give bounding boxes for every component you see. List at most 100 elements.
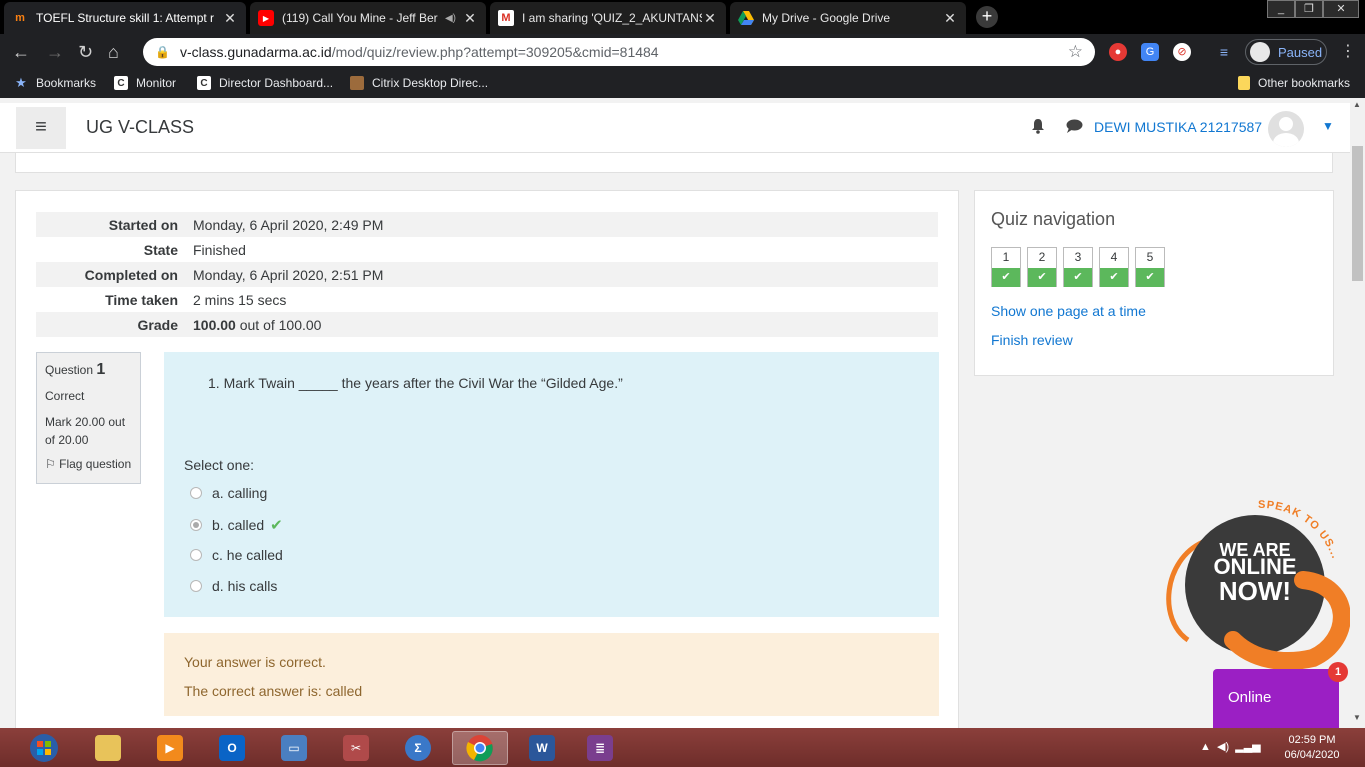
citrix-icon: C	[197, 76, 211, 90]
close-icon[interactable]: ✕	[462, 10, 478, 27]
radio-button[interactable]	[190, 580, 202, 592]
flag-question-link[interactable]: ⚐ Flag question	[45, 457, 132, 471]
system-tray[interactable]: ▲ ◀) ▂▃▅	[1200, 740, 1261, 753]
site-brand[interactable]: UG V-CLASS	[86, 117, 194, 138]
summary-value: 2 mins 15 secs	[193, 291, 287, 308]
speaker-icon[interactable]: ◀︎)	[445, 13, 456, 24]
media-player-icon: ▶	[157, 735, 183, 761]
bookmark-label: Citrix Desktop Direc...	[372, 76, 489, 90]
show-one-page-link[interactable]: Show one page at a time	[991, 303, 1146, 319]
lock-icon: 🔒	[155, 45, 170, 59]
taskbar-winrar[interactable]: ≣	[572, 731, 628, 765]
tab-gmail[interactable]: M I am sharing 'QUIZ_2_AKUNTANS ✕	[490, 2, 726, 34]
reload-icon[interactable]: ↻	[78, 42, 93, 62]
grade-value: 100.00	[193, 316, 236, 333]
tab-toefl[interactable]: m TOEFL Structure skill 1: Attempt r ✕	[4, 2, 246, 34]
answer-option-d[interactable]: d. his calls	[190, 578, 277, 594]
answer-option-b[interactable]: b. called ✔	[190, 516, 283, 534]
show-hidden-icons-icon[interactable]: ▲	[1200, 741, 1211, 753]
url-path: /mod/quiz/review.php?attempt=309205&cmid…	[331, 44, 659, 60]
check-icon: ✔	[992, 268, 1020, 287]
question-nav-button-3[interactable]: 3 ✔	[1063, 247, 1093, 287]
taskbar-media-player[interactable]: ▶	[142, 731, 198, 765]
close-icon[interactable]: ✕	[222, 10, 238, 27]
site-navbar: ≡ UG V-CLASS DEWI MUSTIKA 21217587 ▼	[0, 103, 1350, 153]
close-window-button[interactable]: ✕	[1323, 0, 1359, 18]
question-nav-button-2[interactable]: 2 ✔	[1027, 247, 1057, 287]
adblock-icon[interactable]: ●	[1109, 43, 1127, 61]
taskbar-snipping[interactable]: ✂	[328, 731, 384, 765]
profile-button[interactable]: Paused	[1245, 39, 1327, 65]
minimize-button[interactable]: _	[1267, 0, 1295, 18]
taskbar-outlook[interactable]: O	[204, 731, 260, 765]
address-bar[interactable]: 🔒 v-class.gunadarma.ac.id/mod/quiz/revie…	[143, 38, 1095, 66]
taskbar-explorer[interactable]	[80, 731, 136, 765]
bookmark-bookmarks[interactable]: ★ Bookmarks	[14, 75, 96, 90]
outlook-icon: O	[219, 735, 245, 761]
tab-google-drive[interactable]: My Drive - Google Drive ✕	[730, 2, 966, 34]
chat-widget-badge[interactable]: SPEAK TO US... WE ARE ONLINE NOW!	[1163, 490, 1353, 670]
bookmark-star-icon[interactable]: ☆	[1068, 42, 1083, 62]
start-button[interactable]	[16, 731, 72, 765]
avatar[interactable]	[1268, 111, 1304, 147]
answer-option-c[interactable]: c. he called	[190, 547, 283, 563]
volume-icon[interactable]: ◀)	[1217, 741, 1229, 753]
answer-option-a[interactable]: a. calling	[190, 485, 267, 501]
question-number: Question 1	[45, 361, 106, 378]
question-nav-button-4[interactable]: 4 ✔	[1099, 247, 1129, 287]
taskbar-word[interactable]: W	[514, 731, 570, 765]
hamburger-menu-button[interactable]: ≡	[16, 107, 66, 149]
windows-taskbar: ▶ O ▭ ✂ Σ W ≣ ▲ ◀) ▂▃▅ 02:59 PM 06/04/20…	[0, 728, 1365, 767]
quiz-navigation-title: Quiz navigation	[991, 209, 1116, 229]
user-name[interactable]: DEWI MUSTIKA 21217587	[1094, 119, 1262, 135]
google-translate-icon[interactable]: G	[1141, 43, 1159, 61]
chat-icon[interactable]	[1066, 119, 1083, 137]
bookmark-other[interactable]: Other bookmarks	[1238, 76, 1350, 90]
radio-button[interactable]	[190, 487, 202, 499]
chevron-down-icon[interactable]: ▼	[1322, 119, 1334, 133]
close-icon[interactable]: ✕	[702, 10, 718, 27]
online-chat-button[interactable]: Online	[1213, 669, 1339, 729]
forward-icon[interactable]: →	[46, 42, 64, 62]
youtube-icon: ▶	[258, 10, 274, 26]
media-control-icon[interactable]: ≡	[1215, 43, 1233, 61]
menu-icon[interactable]: ⋮	[1340, 42, 1356, 62]
radio-button[interactable]	[190, 519, 202, 531]
bookmark-citrix-desktop[interactable]: Citrix Desktop Direc...	[350, 76, 488, 90]
table-row: Time taken 2 mins 15 secs	[36, 287, 938, 312]
back-icon[interactable]: ←	[12, 42, 30, 62]
taskbar-remote-desktop[interactable]: ▭	[266, 731, 322, 765]
scroll-up-icon[interactable]: ▲	[1353, 100, 1361, 109]
scroll-down-icon[interactable]: ▼	[1353, 713, 1361, 722]
finish-review-link[interactable]: Finish review	[991, 332, 1073, 348]
table-row: Completed on Monday, 6 April 2020, 2:51 …	[36, 262, 938, 287]
now-text: NOW!	[1219, 576, 1291, 606]
question-nav-button-5[interactable]: 5 ✔	[1135, 247, 1165, 287]
tab-youtube[interactable]: ▶ (119) Call You Mine - Jeff Ber ◀︎) ✕	[250, 2, 486, 34]
word-icon: W	[529, 735, 555, 761]
radio-button[interactable]	[190, 549, 202, 561]
question-mark: Mark 20.00 out of 20.00	[45, 415, 126, 447]
block-icon[interactable]: ⊘	[1173, 43, 1191, 61]
signal-icon[interactable]: ▂▃▅	[1235, 741, 1260, 753]
page-scrollbar[interactable]: ▲ ▼	[1350, 98, 1365, 728]
home-icon[interactable]: ⌂	[108, 42, 119, 62]
taskbar-math[interactable]: Σ	[390, 731, 446, 765]
close-icon[interactable]: ✕	[942, 10, 958, 27]
correct-answer-text: The correct answer is: called	[184, 683, 363, 699]
question-nav-button-1[interactable]: 1 ✔	[991, 247, 1021, 287]
bookmark-monitor[interactable]: C Monitor	[114, 76, 176, 90]
summary-value: 100.00 out of 100.00	[186, 312, 938, 337]
new-tab-button[interactable]: +	[976, 6, 998, 28]
system-clock[interactable]: 02:59 PM 06/04/2020	[1280, 733, 1344, 763]
clock-time: 02:59 PM	[1288, 734, 1336, 746]
scrollbar-thumb[interactable]	[1352, 146, 1363, 281]
bookmark-director[interactable]: C Director Dashboard...	[197, 76, 333, 90]
tab-title: I am sharing 'QUIZ_2_AKUNTANS	[522, 11, 702, 25]
maximize-button[interactable]: ❐	[1295, 0, 1323, 18]
check-icon: ✔	[1028, 268, 1056, 287]
taskbar-chrome[interactable]	[452, 731, 508, 765]
bell-icon[interactable]	[1031, 119, 1045, 138]
moodle-icon: m	[15, 12, 25, 24]
windows-logo-icon	[30, 734, 58, 762]
